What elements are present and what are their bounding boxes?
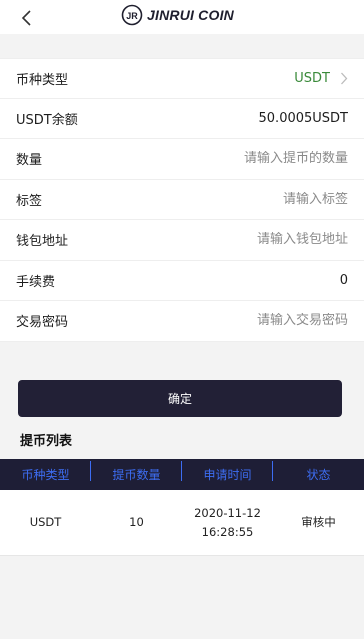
cell-apply-date: 2020-11-12 (194, 505, 261, 520)
currency-type-value: USDT (294, 70, 330, 86)
quantity-row: 数量 (0, 139, 364, 180)
wallet-address-row: 钱包地址 (0, 220, 364, 261)
top-bar: JR JINRUI COIN (0, 0, 364, 34)
logo-text: JINRUI COIN (147, 7, 234, 23)
confirm-button[interactable]: 确定 (18, 380, 342, 417)
cell-apply-clock: 16:28:55 (201, 524, 254, 539)
currency-type-label: 币种类型 (16, 72, 69, 88)
currency-type-row[interactable]: 币种类型 USDT (0, 58, 364, 99)
balance-value: 50.0005USDT (258, 110, 348, 126)
withdraw-page: JR JINRUI COIN 币种类型 USDT USDT余额 50.0005U… (0, 0, 364, 639)
app-logo: JR JINRUI COIN (121, 4, 234, 26)
withdraw-table-header: 币种类型 提币数量 申请时间 状态 (0, 459, 364, 490)
currency-type-select[interactable]: USDT (294, 71, 348, 86)
fee-label: 手续费 (16, 274, 56, 290)
cell-amount: 10 (129, 515, 144, 529)
table-row: USDT 10 2020-11-12 16:28:55 审核中 (0, 490, 364, 556)
fee-row: 手续费 0 (0, 261, 364, 301)
column-header-currency: 币种类型 (0, 461, 91, 483)
trade-password-label: 交易密码 (16, 315, 69, 331)
quantity-input[interactable] (168, 151, 348, 167)
cell-currency: USDT (29, 515, 62, 529)
fee-value: 0 (339, 272, 348, 288)
jr-logo-icon: JR (121, 4, 143, 26)
logo-mark: JR (126, 11, 138, 21)
balance-row: USDT余额 50.0005USDT (0, 99, 364, 139)
trade-password-input[interactable] (168, 313, 348, 329)
back-button[interactable] (18, 9, 36, 27)
column-header-amount: 提币数量 (91, 461, 182, 483)
wallet-address-input[interactable] (168, 232, 348, 248)
tag-row: 标签 (0, 180, 364, 220)
withdraw-list-title: 提币列表 (20, 434, 73, 449)
withdraw-table-body: USDT 10 2020-11-12 16:28:55 审核中 (0, 490, 364, 556)
tag-label: 标签 (16, 193, 43, 209)
withdraw-form: 币种类型 USDT USDT余额 50.0005USDT 数量 标签 钱包地址 (0, 58, 364, 342)
tag-input[interactable] (168, 191, 348, 207)
trade-password-row: 交易密码 (0, 301, 364, 342)
cell-apply-time: 2020-11-12 16:28:55 (182, 504, 273, 542)
chevron-left-icon (21, 10, 31, 26)
quantity-label: 数量 (16, 153, 43, 169)
wallet-address-label: 钱包地址 (16, 234, 69, 250)
column-header-status: 状态 (306, 468, 331, 482)
column-header-apply-time: 申请时间 (182, 461, 273, 483)
chevron-right-icon (341, 72, 348, 85)
balance-label: USDT余额 (16, 112, 78, 128)
cell-status: 审核中 (301, 515, 336, 529)
